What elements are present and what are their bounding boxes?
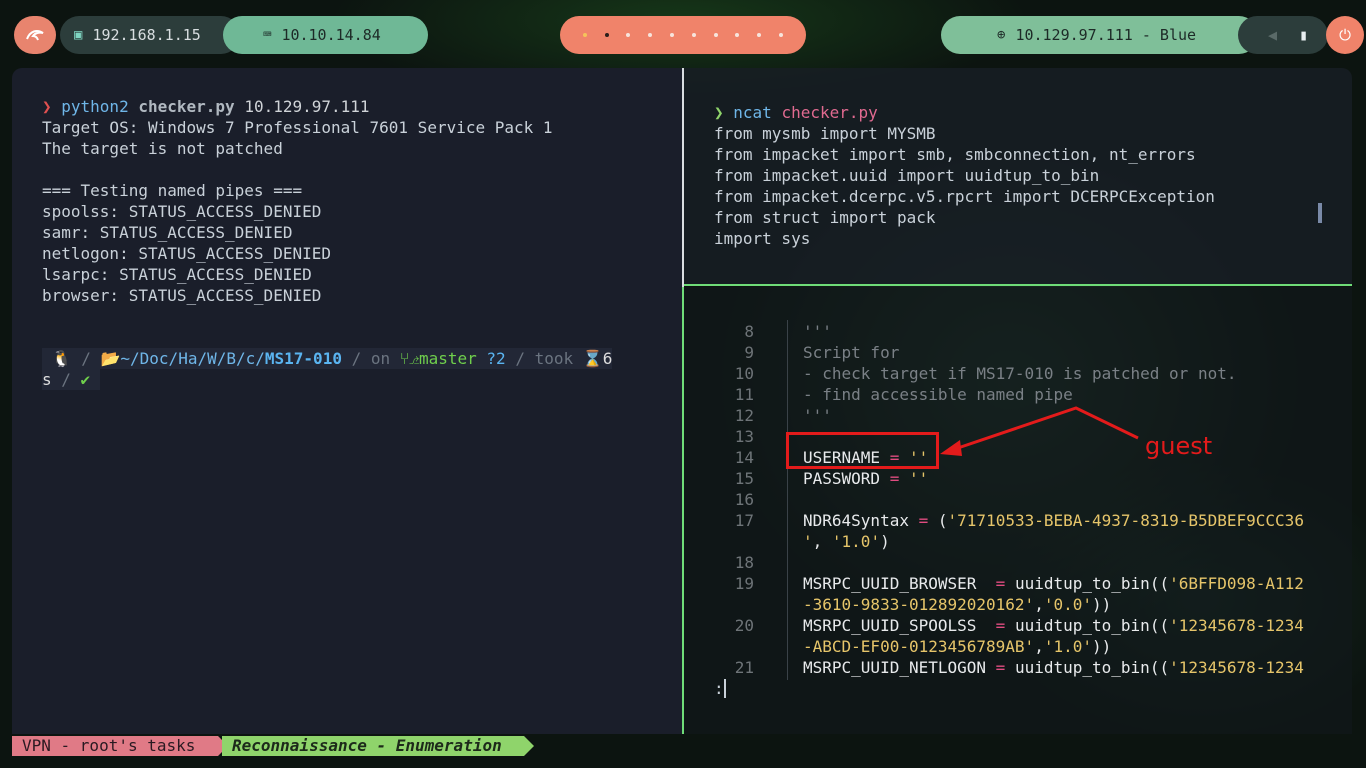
code-line-wrap: ', '1.0')	[803, 532, 890, 551]
line-number: 10	[734, 364, 754, 383]
line-number: 18	[734, 553, 754, 572]
code-line: from mysmb import MYSMB	[714, 124, 936, 143]
target-indicator[interactable]: ⊕ 10.129.97.111 - Blue	[941, 16, 1258, 54]
code-line: - check target if MS17-010 is patched or…	[803, 364, 1237, 383]
annotation-highlight-box	[786, 432, 939, 469]
scrollbar[interactable]	[1318, 203, 1322, 223]
prompt-arrow: ❯	[714, 103, 734, 122]
line-number: 21	[734, 658, 754, 677]
prompt-arrow: ❯	[42, 97, 62, 116]
workspace-dot[interactable]	[757, 33, 762, 37]
line-number: 14	[734, 448, 754, 467]
shell-prompt: 🐧 / 📂~/Doc/Ha/W/B/c/MS17-010 / on ⑂⎇mast…	[42, 348, 613, 369]
branch-icon: ⎇	[409, 349, 419, 368]
tmux-window-tab[interactable]: Reconnaissance - Enumeration	[222, 736, 534, 756]
check-icon: ✔	[80, 370, 100, 389]
crosshair-icon: ⊕	[997, 27, 1006, 43]
line-number: 9	[744, 343, 754, 362]
menu-button[interactable]	[14, 16, 56, 54]
system-tray[interactable]: ◀ ▮	[1238, 16, 1328, 54]
line-number: 19	[734, 574, 754, 593]
terminal-pane-left[interactable]	[12, 68, 682, 734]
line-number: 17	[734, 511, 754, 530]
tmux-session-tab[interactable]: VPN - root's tasks	[12, 736, 228, 756]
power-icon: ⏻	[1339, 26, 1351, 44]
line-number: 12	[734, 406, 754, 425]
text-cursor	[723, 679, 736, 698]
output-line: netlogon: STATUS_ACCESS_DENIED	[42, 244, 331, 263]
active-pane-border-top	[684, 284, 1352, 286]
command-line: ❯ ncat checker.py	[714, 103, 878, 122]
workspace-dot-active[interactable]	[604, 33, 609, 37]
volume-icon[interactable]: ◀	[1268, 26, 1277, 44]
pager-prompt[interactable]: :	[714, 678, 736, 699]
battery-icon[interactable]: ▮	[1299, 26, 1308, 44]
power-button[interactable]: ⏻	[1326, 16, 1364, 54]
annotation-arrow	[940, 406, 1139, 456]
laptop-icon: ⌨	[263, 27, 272, 43]
code-line: '''	[803, 322, 832, 341]
annotation-label: guest	[1145, 432, 1213, 460]
code-line: import sys	[714, 229, 811, 248]
workspace-dot[interactable]	[670, 33, 675, 37]
code-line: MSRPC_UUID_BROWSER = uuidtup_to_bin(('6B…	[803, 574, 1304, 593]
workspace-dot[interactable]	[735, 33, 740, 37]
line-gutter	[787, 320, 788, 680]
workspace-dot[interactable]	[691, 33, 696, 37]
line-number: 8	[744, 322, 754, 341]
active-pane-border	[682, 287, 684, 734]
hourglass-icon: ⌛	[582, 349, 603, 368]
output-line: === Testing named pipes ===	[42, 181, 303, 200]
local-ip-text: 192.168.1.15	[92, 26, 201, 44]
code-line: from impacket.uuid import uuidtup_to_bin	[714, 166, 1100, 185]
output-line: spoolss: STATUS_ACCESS_DENIED	[42, 202, 322, 221]
workspace-dot[interactable]	[779, 33, 784, 37]
output-line: The target is not patched	[42, 139, 283, 158]
line-number: 13	[734, 427, 754, 446]
code-line: MSRPC_UUID_SPOOLSS = uuidtup_to_bin(('12…	[803, 616, 1304, 635]
code-line: Script for	[803, 343, 900, 362]
workspace-dot[interactable]	[626, 33, 631, 37]
vpn-ip-text: 10.10.14.84	[281, 26, 381, 44]
workspace-dot[interactable]	[582, 33, 587, 37]
folder-icon: 📂	[100, 349, 121, 368]
line-number: 11	[734, 385, 754, 404]
code-line: from struct import pack	[714, 208, 936, 227]
workspace-dot[interactable]	[713, 33, 718, 37]
code-line-wrap: -ABCD-EF00-0123456789AB','1.0'))	[803, 637, 1112, 656]
command-line: ❯ python2 checker.py 10.129.97.111	[42, 97, 370, 116]
workspace-dot[interactable]	[648, 33, 653, 37]
code-line: from impacket import smb, smbconnection,…	[714, 145, 1196, 164]
network-card-icon: ▣	[74, 27, 83, 43]
kali-dragon-icon	[26, 30, 44, 41]
shell-prompt-wrap: s / ✔	[42, 369, 100, 390]
code-line: MSRPC_UUID_NETLOGON = uuidtup_to_bin(('1…	[803, 658, 1304, 677]
local-ip-indicator[interactable]: ▣ 192.168.1.15	[60, 16, 240, 54]
code-line: '''	[803, 406, 832, 425]
output-line: browser: STATUS_ACCESS_DENIED	[42, 286, 322, 305]
line-number: 15	[734, 469, 754, 488]
vpn-ip-indicator[interactable]: ⌨ 10.10.14.84	[223, 16, 428, 54]
code-line-wrap: -3610-9833-012892020162','0.0'))	[803, 595, 1112, 614]
workspace-switcher[interactable]	[560, 16, 806, 54]
line-number: 16	[734, 490, 754, 509]
code-line: from impacket.dcerpc.v5.rpcrt import DCE…	[714, 187, 1215, 206]
code-line: NDR64Syntax = ('71710533-BEBA-4937-8319-…	[803, 511, 1304, 530]
output-line: Target OS: Windows 7 Professional 7601 S…	[42, 118, 553, 137]
target-text: 10.129.97.111 - Blue	[1015, 26, 1197, 44]
code-line-password: PASSWORD = ''	[803, 469, 929, 488]
linux-tux-icon: 🐧	[42, 349, 72, 368]
output-line: samr: STATUS_ACCESS_DENIED	[42, 223, 293, 242]
output-line: lsarpc: STATUS_ACCESS_DENIED	[42, 265, 312, 284]
line-number: 20	[734, 616, 754, 635]
git-icon: ⑂	[399, 349, 410, 368]
